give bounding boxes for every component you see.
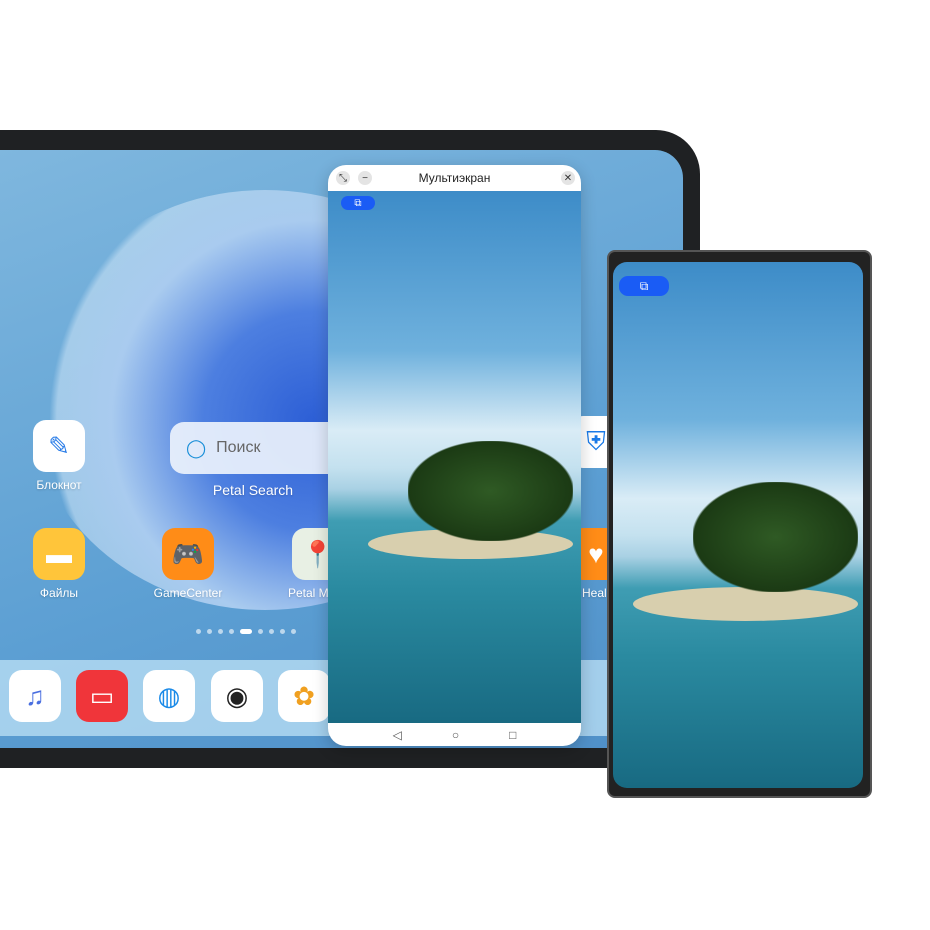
navigation-bar: ◁ ○ □ xyxy=(328,723,581,746)
notepad-icon[interactable]: ✎ xyxy=(33,420,85,472)
files-icon[interactable]: ▬ xyxy=(33,528,85,580)
books-icon[interactable]: ▭ xyxy=(76,670,128,722)
app-label: Блокнот xyxy=(36,478,82,492)
back-icon[interactable]: ◁ xyxy=(393,728,402,742)
search-widget[interactable]: ◯ Поиск xyxy=(170,422,328,474)
camera-icon[interactable]: ◉ xyxy=(211,670,263,722)
palm-trees xyxy=(408,441,573,541)
home-icon[interactable]: ○ xyxy=(452,728,459,742)
phone-device: ⧉ xyxy=(607,250,872,798)
window-titlebar: ⤡ − Мультиэкран ✕ xyxy=(328,165,581,191)
multiscreen-window: ⤡ − Мультиэкран ✕ ⧉ ◁ ○ □ xyxy=(328,165,581,746)
gallery-icon[interactable]: ✿ xyxy=(278,670,330,722)
gamepad-icon[interactable]: 🎮 xyxy=(162,528,214,580)
app-label: Petal M xyxy=(288,586,329,600)
music-icon[interactable]: ♫ xyxy=(9,670,61,722)
search-icon: ◯ xyxy=(186,437,207,458)
mirrored-screen[interactable]: ⧉ xyxy=(328,191,581,723)
phone-screen[interactable]: ⧉ xyxy=(613,262,863,788)
search-placeholder: Поиск xyxy=(216,439,261,456)
multi-device-icon[interactable]: ⧉ xyxy=(619,276,669,296)
browser-icon[interactable]: ◍ xyxy=(143,670,195,722)
recents-icon[interactable]: □ xyxy=(509,728,516,742)
app-label: Файлы xyxy=(39,586,79,600)
app-label: GameCenter xyxy=(153,586,223,600)
page-indicator[interactable] xyxy=(196,629,296,634)
window-title: Мультиэкран xyxy=(418,171,491,185)
multi-device-icon[interactable]: ⧉ xyxy=(341,196,375,210)
palm-trees xyxy=(693,482,858,592)
island xyxy=(633,587,858,621)
widget-label: Petal Search xyxy=(212,482,294,498)
close-icon[interactable]: ✕ xyxy=(561,171,575,185)
